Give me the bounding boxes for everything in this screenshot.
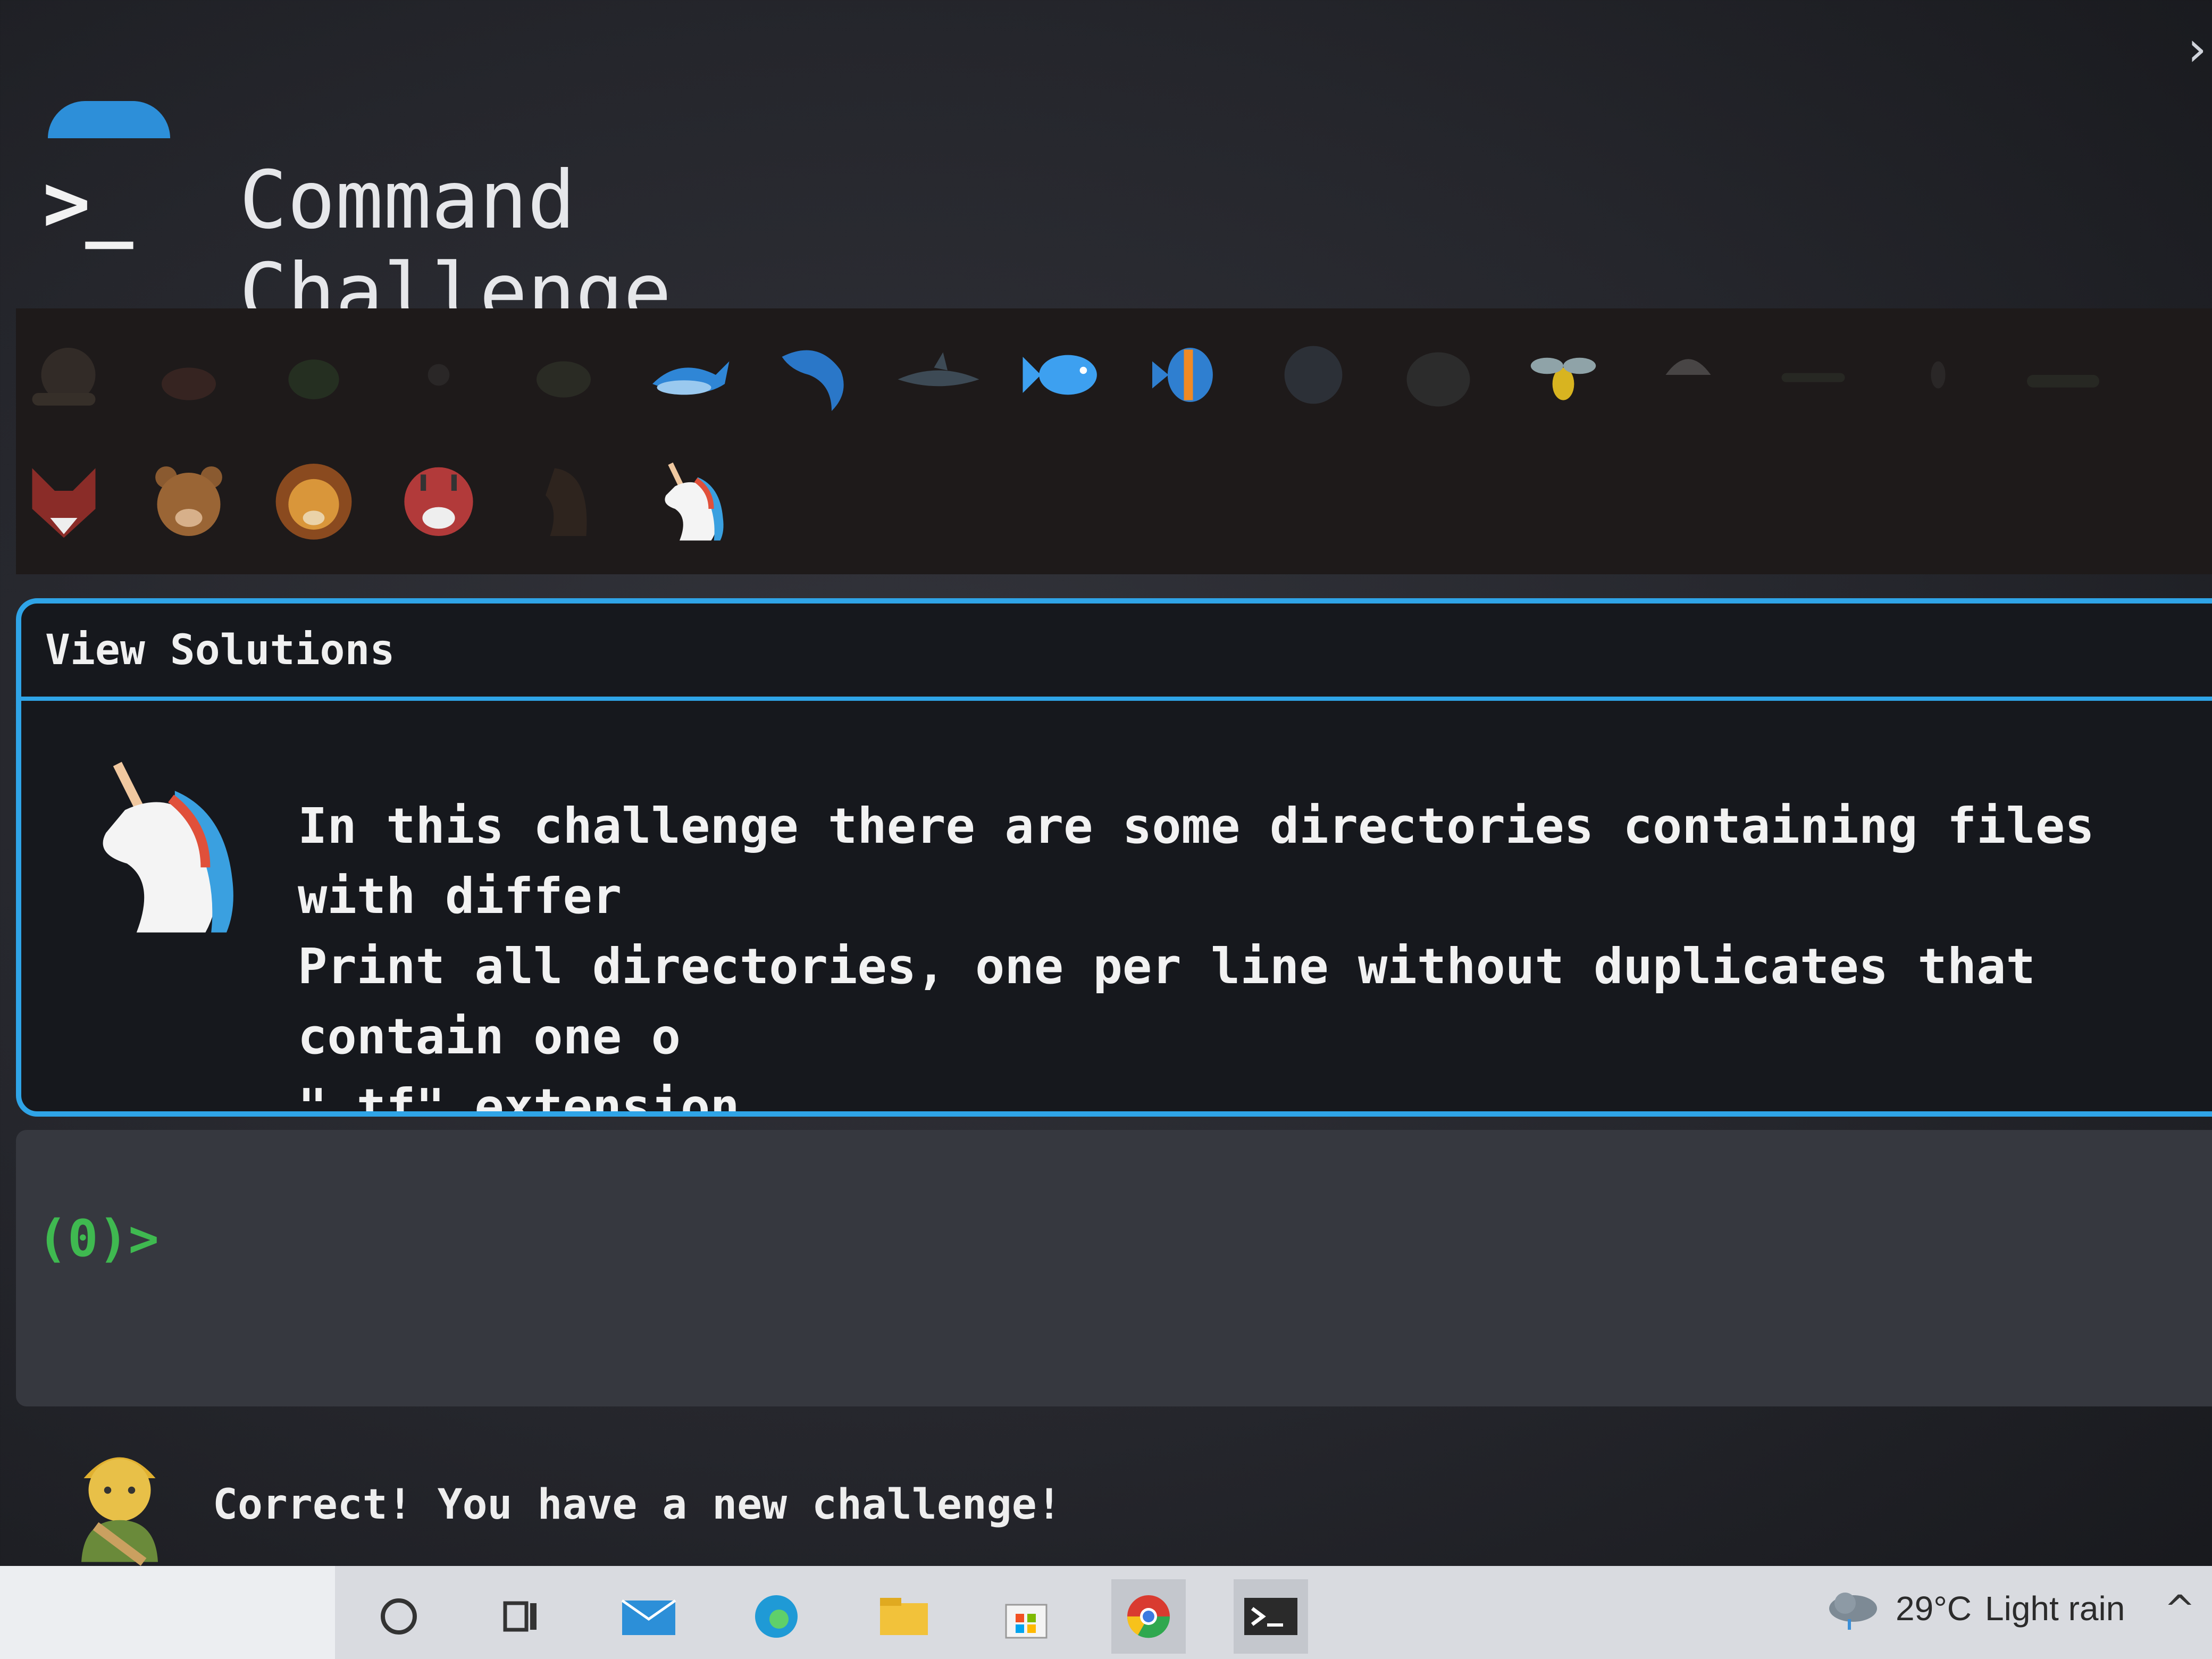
fish-icon[interactable] [1016,327,1111,423]
feedback-area: Correct! You have a new challenge! [58,1430,1920,1579]
mail-icon[interactable] [611,1579,686,1654]
lizard-icon[interactable] [1765,327,1861,423]
logo-cap [48,101,170,138]
close-icon[interactable]: › [2188,21,2207,77]
fox-icon[interactable] [16,452,112,548]
panel-body: In this challenge there are some directo… [21,701,2212,1111]
challenge-progress-strip [16,308,2212,574]
task-view-icon[interactable] [484,1579,558,1654]
terminal-prompt: (0)> [37,1210,159,1268]
feedback-message: Correct! You have a new challenge! [213,1481,1062,1529]
frog-icon[interactable] [266,327,362,423]
panel-header: View Solutions [21,604,2212,701]
blowfish-icon[interactable] [1266,327,1361,423]
store-icon[interactable] [989,1579,1063,1654]
cortana-icon[interactable] [362,1579,436,1654]
bug-icon[interactable] [1890,327,1986,423]
horse-icon[interactable] [516,452,611,548]
chrome-icon[interactable] [1111,1579,1186,1654]
emoji-row-sea [16,319,2140,431]
tropical-fish-icon[interactable] [1141,327,1236,423]
file-explorer-icon[interactable] [867,1579,941,1654]
elf-icon [58,1430,181,1574]
unicorn-icon [64,749,255,940]
taskbar: 29°C Light rain ^ [0,1566,2212,1659]
crocodile-icon[interactable] [2015,327,2111,423]
mushroom-icon[interactable] [1640,327,1736,423]
taskbar-search-box[interactable] [0,1566,335,1659]
weather-widget[interactable]: 29°C Light rain [1824,1585,2125,1632]
bear-icon[interactable] [141,452,237,548]
whale-icon[interactable] [641,327,736,423]
emoji-row-land [16,444,766,556]
weather-description: Light rain [1985,1589,2125,1628]
ant-icon[interactable] [391,327,487,423]
tray-overflow-icon[interactable]: ^ [2164,1587,2196,1631]
tiger-icon[interactable] [391,452,487,548]
view-solutions-link[interactable]: View Solutions [45,626,395,674]
snail-icon[interactable] [16,327,112,423]
challenge-panel: View Solutions In this challenge there a… [16,598,2212,1117]
terminal-area[interactable]: (0)> [16,1130,2212,1406]
terminal-logo-icon: >_ [43,157,133,249]
bee-icon[interactable] [1515,327,1611,423]
command-input[interactable] [165,1210,2134,1275]
app-header: >_ Command Challenge [37,101,1048,339]
challenge-description: In this challenge there are some directo… [298,798,2094,1117]
turtle-icon[interactable] [516,327,611,423]
seal-icon[interactable] [1390,327,1486,423]
shark-icon[interactable] [891,327,986,423]
crab-icon[interactable] [141,327,237,423]
edge-icon[interactable] [739,1579,814,1654]
dolphin-icon[interactable] [766,327,861,423]
lion-icon[interactable] [266,452,362,548]
terminal-icon[interactable] [1234,1579,1308,1654]
unicorn-icon[interactable] [641,452,736,548]
rain-cloud-icon [1829,1593,1877,1630]
weather-temperature: 29°C [1896,1589,1972,1628]
